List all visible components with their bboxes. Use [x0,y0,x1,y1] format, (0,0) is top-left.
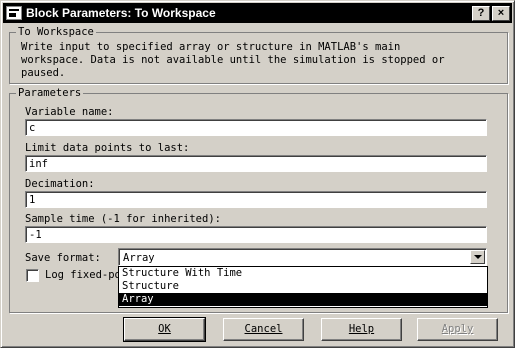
ok-button-label: OK [158,323,171,335]
apply-button-label: Apply [441,323,474,335]
chevron-down-icon[interactable] [470,250,485,264]
save-format-option-array[interactable]: Array [119,293,487,306]
ok-button[interactable]: OK [123,317,206,342]
save-format-dropdown-list: Structure With Time Structure Array [118,266,488,308]
cancel-button[interactable]: Cancel [223,318,304,341]
title-bar[interactable]: Block Parameters: To Workspace ? × [3,3,512,23]
decimation-input[interactable]: 1 [25,191,487,208]
parameters-group-legend: Parameters [16,87,84,99]
apply-button[interactable]: Apply [417,318,498,341]
save-format-option-structure-with-time[interactable]: Structure With Time [119,267,487,280]
cancel-button-label: Cancel [244,323,283,335]
window-title: Block Parameters: To Workspace [26,6,216,20]
description-group-legend: To Workspace [16,26,96,38]
limit-data-points-label: Limit data points to last: [25,142,190,154]
help-button[interactable]: Help [321,318,402,341]
variable-name-label: Variable name: [25,106,114,118]
help-button-label: Help [348,323,375,335]
sample-time-label: Sample time (-1 for inherited): [25,213,221,225]
save-format-value: Array [123,252,155,264]
log-fixed-point-label: Log fixed-point data as a fi object [45,269,118,281]
sample-time-input[interactable]: -1 [25,226,487,243]
save-format-option-structure[interactable]: Structure [119,280,487,293]
decimation-label: Decimation: [25,178,95,190]
close-button[interactable]: × [492,5,510,21]
block-description: Write input to specified array or struct… [21,41,445,79]
save-format-label: Save format: [25,252,101,264]
dialog-window: Block Parameters: To Workspace ? × To Wo… [0,0,515,348]
limit-data-points-input[interactable]: inf [25,155,487,172]
help-title-button[interactable]: ? [472,5,490,21]
block-icon [6,6,22,20]
variable-name-input[interactable]: c [25,119,487,136]
log-fixed-point-checkbox[interactable] [26,269,39,282]
save-format-select[interactable]: Array [118,248,487,266]
